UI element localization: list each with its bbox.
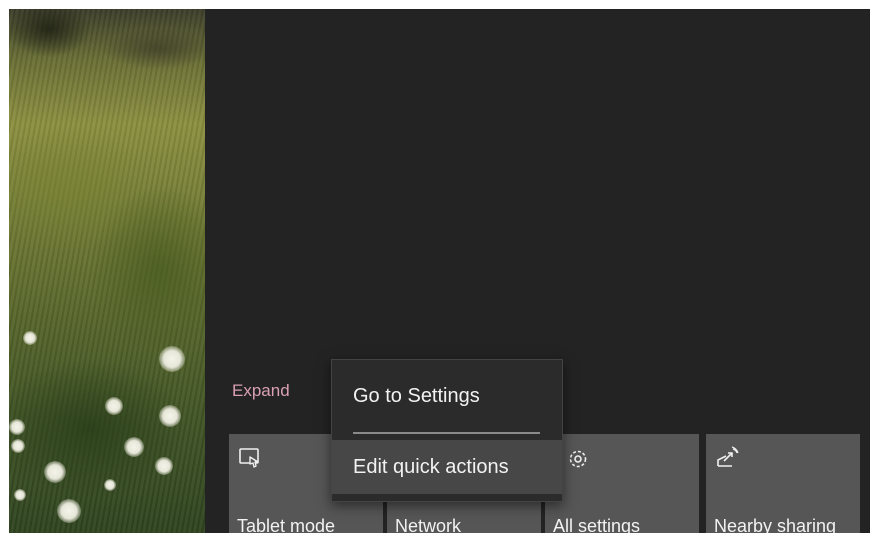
dandelion xyxy=(124,437,144,457)
dandelion xyxy=(23,331,37,345)
menu-item-go-to-settings[interactable]: Go to Settings xyxy=(332,360,562,428)
tile-label: Tablet mode xyxy=(237,516,336,533)
dandelion xyxy=(105,397,123,415)
tile-label: Nearby sharing xyxy=(714,516,837,533)
tile-all-settings[interactable]: All settings xyxy=(545,434,699,533)
screen: Expand Tablet mode Network All settings xyxy=(0,0,870,533)
dandelion xyxy=(159,346,185,372)
nearby-sharing-icon xyxy=(717,446,739,467)
dandelion xyxy=(44,461,66,483)
dandelion xyxy=(155,457,173,475)
tile-nearby-sharing[interactable]: Nearby sharing xyxy=(706,434,860,533)
menu-item-edit-quick-actions[interactable]: Edit quick actions xyxy=(332,440,562,494)
expand-link[interactable]: Expand xyxy=(232,381,290,401)
tablet-mode-icon xyxy=(239,448,259,468)
context-menu: Go to Settings Edit quick actions xyxy=(331,359,563,502)
dandelion xyxy=(9,419,25,435)
dandelion xyxy=(14,489,26,501)
tile-label: All settings xyxy=(553,516,641,533)
menu-divider xyxy=(353,432,540,434)
dandelion xyxy=(57,499,81,523)
desktop-wallpaper xyxy=(9,9,205,533)
tile-label: Network xyxy=(395,516,462,533)
dandelion xyxy=(11,439,25,453)
dandelion xyxy=(104,479,116,491)
dandelion xyxy=(159,405,181,427)
gear-icon xyxy=(569,450,587,468)
